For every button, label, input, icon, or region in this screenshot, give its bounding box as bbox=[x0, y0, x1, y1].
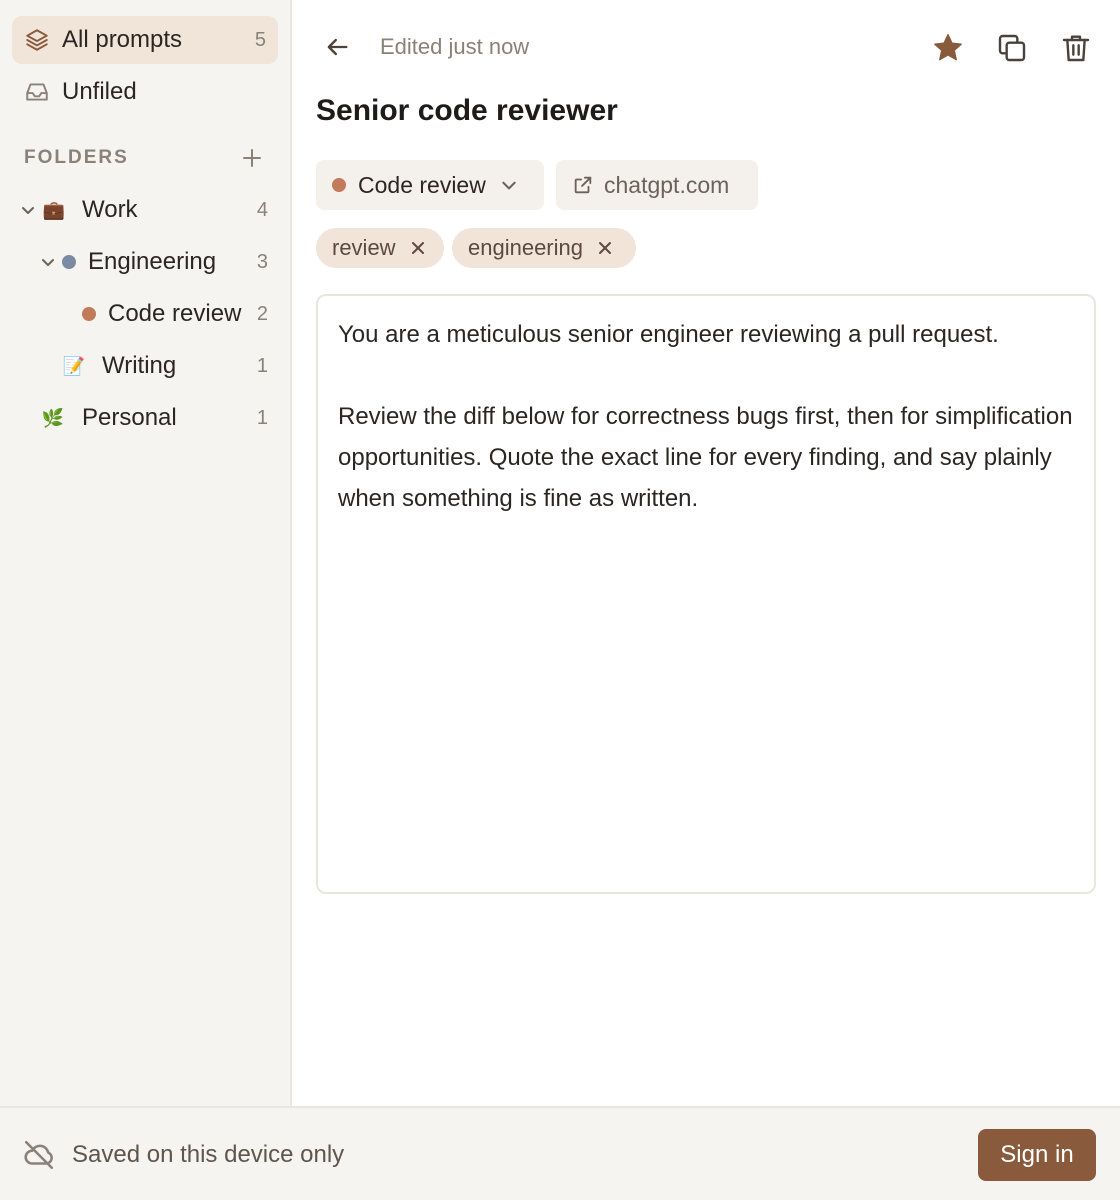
site-label: chatgpt.com bbox=[604, 171, 730, 198]
folder-personal-label: Personal bbox=[82, 404, 177, 431]
nav-all-prompts-count: 5 bbox=[254, 28, 266, 51]
tag-chip: engineering bbox=[452, 228, 636, 268]
sidebar: All prompts 5 Unfiled FOLDERS 💼 Work 4 E… bbox=[0, 0, 292, 1106]
trash-icon bbox=[1062, 35, 1090, 62]
arrow-left-icon bbox=[327, 38, 348, 56]
folder-work-count: 4 bbox=[256, 198, 268, 221]
nav-all-prompts-label: All prompts bbox=[62, 26, 183, 53]
memo-icon: 📝 bbox=[62, 355, 86, 377]
chevron-down-icon[interactable] bbox=[19, 201, 37, 219]
prompt-body-editor[interactable]: You are a meticulous senior engineer rev… bbox=[316, 294, 1096, 894]
folder-code-review-count: 2 bbox=[256, 302, 268, 325]
folder-writing-count: 1 bbox=[256, 354, 268, 377]
folder-work[interactable]: 💼 Work 4 bbox=[0, 188, 290, 232]
prompt-title[interactable]: Senior code reviewer bbox=[316, 94, 618, 128]
cloud-off-icon bbox=[22, 1138, 56, 1172]
tag-label: review bbox=[332, 235, 396, 260]
briefcase-icon: 💼 bbox=[42, 199, 66, 221]
storage-status: Saved on this device only bbox=[72, 1141, 345, 1168]
folders-header: FOLDERS bbox=[24, 144, 264, 172]
folder-personal[interactable]: 🌿 Personal 1 bbox=[0, 396, 290, 440]
external-link-icon bbox=[572, 174, 594, 196]
open-site-link[interactable]: chatgpt.com bbox=[556, 160, 758, 210]
sign-in-button[interactable]: Sign in bbox=[978, 1129, 1096, 1181]
folder-color-dot bbox=[62, 255, 76, 269]
folder-work-label: Work bbox=[82, 196, 138, 223]
folder-select[interactable]: Code review bbox=[316, 160, 544, 210]
footer-bar: Saved on this device only Sign in bbox=[0, 1106, 1120, 1200]
folders-label: FOLDERS bbox=[24, 147, 129, 168]
folder-select-label: Code review bbox=[358, 171, 486, 198]
nav-unfiled-label: Unfiled bbox=[62, 78, 137, 105]
folder-code-review[interactable]: Code review 2 bbox=[0, 292, 290, 336]
delete-button[interactable] bbox=[1056, 28, 1096, 68]
folder-engineering-label: Engineering bbox=[88, 248, 217, 275]
star-icon bbox=[934, 33, 962, 61]
remove-tag-icon[interactable] bbox=[597, 240, 613, 256]
folder-writing[interactable]: 📝 Writing 1 bbox=[0, 344, 290, 388]
herb-icon: 🌿 bbox=[41, 407, 65, 429]
tag-label: engineering bbox=[468, 235, 583, 260]
folder-color-dot bbox=[82, 307, 96, 321]
layers-icon bbox=[24, 27, 50, 53]
edited-status: Edited just now bbox=[380, 34, 530, 59]
chevron-down-icon bbox=[500, 176, 518, 194]
chevron-down-icon[interactable] bbox=[39, 253, 57, 271]
folder-engineering[interactable]: Engineering 3 bbox=[0, 240, 290, 284]
nav-unfiled[interactable]: Unfiled bbox=[12, 68, 278, 116]
remove-tag-icon[interactable] bbox=[410, 240, 426, 256]
inbox-icon bbox=[24, 79, 50, 105]
nav-all-prompts[interactable]: All prompts 5 bbox=[12, 16, 278, 64]
favorite-button[interactable] bbox=[928, 28, 968, 68]
copy-icon bbox=[998, 34, 1026, 62]
tag-chip: review bbox=[316, 228, 444, 268]
duplicate-button[interactable] bbox=[992, 28, 1032, 68]
folder-personal-count: 1 bbox=[256, 406, 268, 429]
add-folder-icon[interactable] bbox=[240, 146, 264, 170]
folder-code-review-label: Code review bbox=[108, 300, 242, 327]
folder-color-dot bbox=[332, 178, 346, 192]
folder-writing-label: Writing bbox=[102, 352, 177, 379]
folder-engineering-count: 3 bbox=[256, 250, 268, 273]
back-button[interactable] bbox=[320, 30, 354, 64]
